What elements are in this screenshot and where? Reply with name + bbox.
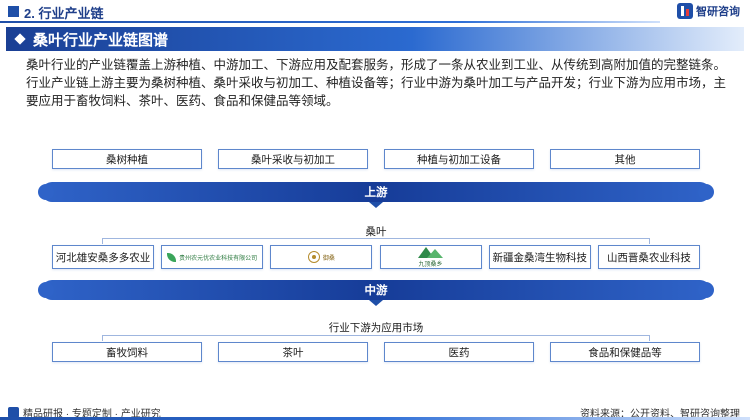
top-header: 2. 行业产业链 智研咨询 bbox=[0, 0, 750, 24]
company-logo-box: 御桑 bbox=[270, 245, 373, 269]
company-logo-box: 九顶桑乡 bbox=[379, 245, 482, 269]
brand-name: 智研咨询 bbox=[696, 6, 740, 18]
header-divider bbox=[0, 21, 660, 23]
brand-logo-icon bbox=[677, 3, 693, 19]
downstream-item: 医药 bbox=[384, 342, 534, 362]
title-band: 桑叶行业产业链图谱 bbox=[6, 27, 744, 51]
company-logo-text: 御桑 bbox=[322, 255, 335, 262]
upstream-item: 桑树种植 bbox=[52, 149, 202, 169]
downstream-item: 畜牧饲料 bbox=[52, 342, 202, 362]
upstream-item: 其他 bbox=[550, 149, 700, 169]
company-logo-text: 九顶桑乡 bbox=[418, 262, 443, 268]
company-logo-text: 贵州农元优农业科技有限公司 bbox=[179, 255, 258, 262]
upstream-label: 上游 bbox=[364, 187, 388, 199]
upstream-row: 桑树种植 桑叶采收与初加工 种植与初加工设备 其他 bbox=[52, 149, 700, 169]
down-arrow-icon bbox=[369, 202, 383, 208]
upstream-item: 种植与初加工设备 bbox=[384, 149, 534, 169]
bracket-line bbox=[102, 238, 650, 244]
industry-chain-diagram: 桑树种植 桑叶采收与初加工 种植与初加工设备 其他 上游 桑叶 河北雄安桑多多农… bbox=[38, 138, 714, 400]
down-arrow-icon bbox=[369, 300, 383, 306]
page-title: 桑叶行业产业链图谱 bbox=[33, 31, 169, 49]
section-mark-icon bbox=[8, 6, 19, 17]
company-box: 山西晋桑农业科技 bbox=[597, 245, 700, 269]
downstream-item: 茶叶 bbox=[218, 342, 368, 362]
bracket-line bbox=[102, 335, 650, 341]
midstream-label: 中游 bbox=[364, 285, 388, 297]
midstream-category: 桑叶 bbox=[365, 226, 387, 238]
leaf-logo-icon bbox=[167, 252, 177, 262]
footer: 精品研报 · 专题定制 · 产业研究 资料来源：公开资料、智研咨询整理 bbox=[0, 404, 750, 420]
midstream-banner: 中游 bbox=[38, 280, 714, 300]
midstream-company-row: 河北雄安桑多多农业 贵州农元优农业科技有限公司 御桑 九顶桑乡 新疆金桑湾生物科… bbox=[52, 245, 700, 269]
section-title: 2. 行业产业链 bbox=[24, 6, 104, 21]
downstream-label: 行业下游为应用市场 bbox=[328, 322, 424, 334]
mountain-logo-icon bbox=[417, 246, 444, 258]
brand-logo: 智研咨询 bbox=[677, 3, 740, 19]
diamond-icon bbox=[14, 33, 26, 45]
seal-logo-icon bbox=[307, 251, 320, 263]
upstream-banner: 上游 bbox=[38, 182, 714, 202]
description-text: 桑叶行业的产业链覆盖上游种植、中游加工、下游应用及配套服务，形成了一条从农业到工… bbox=[26, 58, 727, 108]
upstream-item: 桑叶采收与初加工 bbox=[218, 149, 368, 169]
downstream-item: 食品和保健品等 bbox=[550, 342, 700, 362]
company-box: 河北雄安桑多多农业 bbox=[52, 245, 154, 269]
company-box: 新疆金桑湾生物科技 bbox=[488, 245, 591, 269]
downstream-row: 畜牧饲料 茶叶 医药 食品和保健品等 bbox=[52, 342, 700, 362]
company-logo-box: 贵州农元优农业科技有限公司 bbox=[161, 245, 264, 269]
